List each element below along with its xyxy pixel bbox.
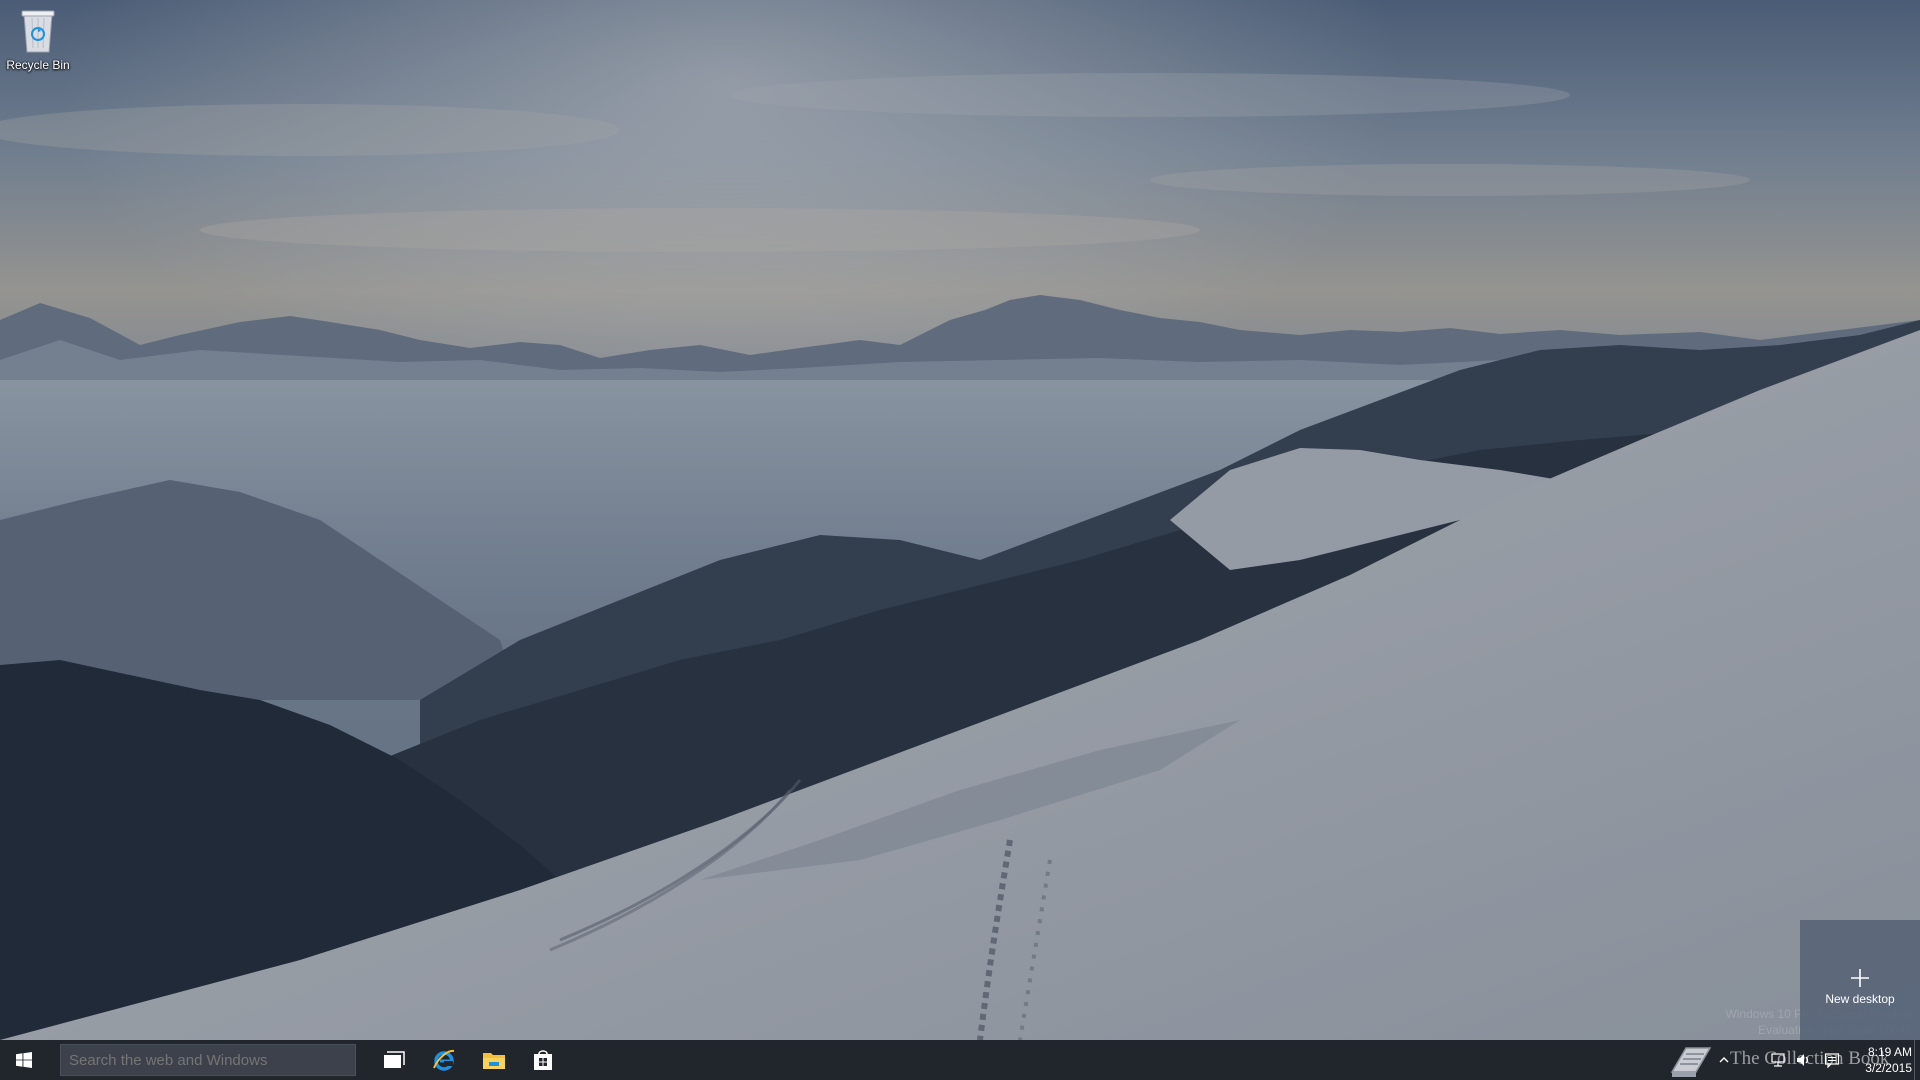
clock[interactable]: 8:19 AM 3/2/2015 bbox=[1848, 1044, 1912, 1076]
taskbar-app-file-explorer[interactable] bbox=[470, 1040, 518, 1080]
start-button[interactable] bbox=[0, 1040, 48, 1080]
start-overlay-dim bbox=[0, 0, 1920, 1040]
recycle-bin-label: Recycle Bin bbox=[6, 58, 70, 72]
collection-book-logo-icon bbox=[1670, 1047, 1712, 1077]
volume-tray-button[interactable] bbox=[1795, 1052, 1811, 1068]
chevron-up-icon bbox=[1719, 1057, 1729, 1063]
show-desktop-button[interactable] bbox=[1914, 1040, 1920, 1080]
action-center-button[interactable] bbox=[1824, 1052, 1840, 1068]
windows-logo-icon bbox=[16, 1052, 32, 1068]
recycle-bin-desktop-icon[interactable]: Recycle Bin bbox=[2, 6, 74, 72]
task-view-icon bbox=[384, 1051, 405, 1068]
internet-explorer-icon bbox=[433, 1049, 455, 1071]
new-desktop-label: New desktop bbox=[1825, 992, 1895, 1006]
clock-date: 3/2/2015 bbox=[1865, 1061, 1912, 1075]
taskbar: The Collection Book 8:19 AM 3/2/2015 bbox=[0, 1040, 1920, 1080]
file-explorer-icon bbox=[483, 1053, 505, 1069]
clock-time: 8:19 AM bbox=[1867, 1045, 1912, 1059]
taskbar-app-task-view[interactable] bbox=[370, 1040, 418, 1080]
store-icon bbox=[534, 1050, 552, 1070]
taskbar-app-store[interactable] bbox=[519, 1040, 567, 1080]
show-hidden-icons-button[interactable] bbox=[1716, 1052, 1732, 1068]
taskbar-app-internet-explorer[interactable] bbox=[420, 1040, 468, 1080]
network-icon bbox=[1771, 1053, 1785, 1067]
plus-icon bbox=[1851, 969, 1869, 987]
network-tray-button[interactable] bbox=[1770, 1052, 1786, 1068]
speaker-icon bbox=[1797, 1054, 1809, 1066]
notification-icon bbox=[1824, 1053, 1840, 1068]
search-input[interactable] bbox=[60, 1044, 356, 1076]
new-desktop-button[interactable]: New desktop bbox=[1800, 920, 1920, 1040]
desktop[interactable]: Recycle Bin Windows 10 Pro Technical Pre… bbox=[0, 0, 1920, 1040]
recycle-bin-icon bbox=[18, 6, 58, 56]
